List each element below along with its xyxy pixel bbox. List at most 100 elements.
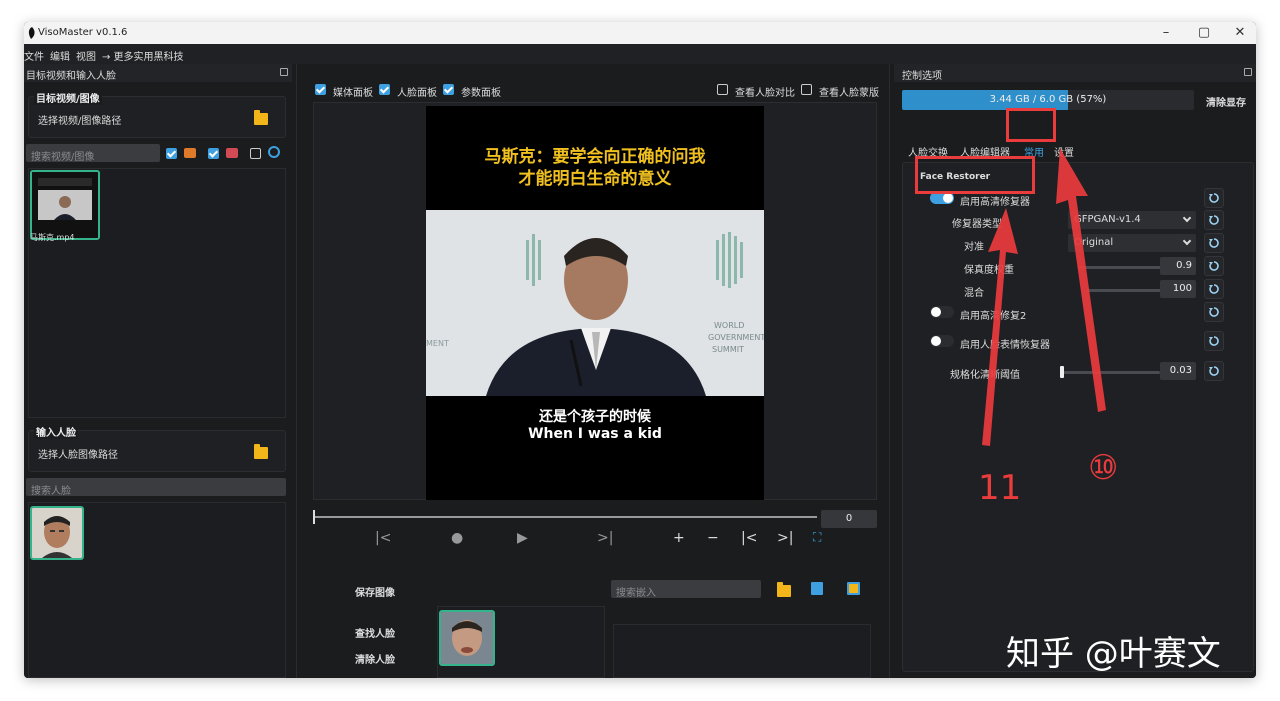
target-search-input[interactable]: 搜索视频/图像	[26, 144, 160, 163]
filter-video-checkbox[interactable]	[166, 148, 177, 159]
left-panel: 目标视频和输入人脸 目标视频/图像 选择视频/图像路径 搜索视频/图像 马斯克.…	[24, 64, 292, 678]
mask-checkbox[interactable]	[801, 84, 812, 95]
remove-marker-icon[interactable]: −	[707, 530, 719, 546]
record-icon[interactable]: ●	[451, 530, 463, 546]
camera-icon[interactable]	[268, 146, 280, 158]
menu-edit[interactable]: 编辑	[50, 48, 70, 63]
close-button[interactable]: ✕	[1222, 24, 1256, 42]
filter-image-checkbox[interactable]	[208, 148, 219, 159]
blend-value-input[interactable]: 100	[1160, 280, 1196, 298]
menu-more[interactable]: → 更多实用黑科技	[102, 48, 184, 63]
video-frame: 马斯克：要学会向正确的问我 才能明白生命的意义 WORLD GOVERNMENT…	[426, 106, 764, 500]
prev-marker-icon[interactable]: |<	[375, 530, 391, 546]
compare-checkbox[interactable]	[717, 84, 728, 95]
window-title: VisoMaster v0.1.6	[38, 27, 128, 38]
save-image-button[interactable]: 保存图像	[355, 584, 395, 599]
reset-icon	[1209, 366, 1219, 376]
svg-text:GOVERNMENT: GOVERNMENT	[708, 333, 764, 342]
app-logo-icon	[28, 27, 35, 39]
video-filter-icon	[184, 148, 196, 158]
compare-label: 查看人脸对比	[735, 88, 795, 99]
svg-text:WORLD: WORLD	[714, 321, 744, 330]
next-frame-icon[interactable]: >|	[777, 530, 793, 546]
chevron-down-icon	[1182, 236, 1192, 246]
annotation-label-10: ⑩	[1088, 448, 1119, 488]
prev-frame-icon[interactable]: |<	[741, 530, 757, 546]
video-title-line2: 才能明白生命的意义	[518, 169, 672, 189]
enable-expression-toggle[interactable]	[930, 335, 954, 347]
restore-button[interactable]: ▢	[1186, 24, 1222, 42]
reset-restorer-button[interactable]	[1204, 188, 1224, 208]
embed-search-input[interactable]: 搜索嵌入	[611, 580, 761, 599]
reset-icon	[1209, 238, 1219, 248]
input-search-input[interactable]: 搜索人脸	[26, 478, 286, 497]
timeline-handle[interactable]	[313, 510, 315, 524]
center-panel: 媒体面板 人脸面板 参数面板 查看人脸对比 查看人脸蒙版 马斯克：要学会向正确的…	[296, 64, 890, 678]
norm-value-input[interactable]: 0.03	[1160, 362, 1196, 380]
video-subtitle-en: When I was a kid	[528, 426, 662, 442]
target-file-name: 马斯克.mp4	[30, 233, 75, 242]
target-video-thumb[interactable]	[30, 170, 100, 240]
play-icon[interactable]: ▶	[517, 530, 528, 546]
enable-restorer2-toggle[interactable]	[930, 306, 954, 318]
video-viewer[interactable]: 马斯克：要学会向正确的问我 才能明白生命的意义 WORLD GOVERNMENT…	[313, 102, 877, 500]
annotation-arrows	[982, 148, 1106, 446]
reset-expression-button[interactable]	[1204, 331, 1224, 351]
input-folder-icon[interactable]	[254, 444, 268, 459]
params-panel-checkbox[interactable]	[443, 84, 454, 95]
target-folder-icon[interactable]	[254, 110, 268, 125]
menu-bar: 文件 编辑 视图 → 更多实用黑科技	[24, 44, 1256, 64]
reset-icon	[1209, 193, 1219, 203]
menu-file[interactable]: 文件	[24, 48, 44, 63]
reset-restorer2-button[interactable]	[1204, 302, 1224, 322]
reset-align-button[interactable]	[1204, 233, 1224, 253]
face-panel-checkbox[interactable]	[379, 84, 390, 95]
dock-icon[interactable]	[280, 68, 288, 76]
reset-norm-button[interactable]	[1204, 361, 1224, 381]
menu-view[interactable]: 视图	[76, 48, 96, 63]
annotation-label-11: 11	[978, 468, 1022, 508]
reset-icon	[1209, 215, 1219, 225]
save-embed-icon[interactable]	[811, 582, 823, 595]
reset-icon	[1209, 307, 1219, 317]
target-path-label: 选择视频/图像路径	[38, 116, 122, 127]
right-dock-icon[interactable]	[1244, 68, 1252, 76]
filter-webcam-checkbox[interactable]	[250, 148, 261, 159]
reset-type-button[interactable]	[1204, 210, 1224, 230]
next-marker-icon[interactable]: >|	[597, 530, 613, 546]
title-bar: VisoMaster v0.1.6 – ▢ ✕	[24, 22, 1256, 44]
reset-icon	[1209, 284, 1219, 294]
fullscreen-icon[interactable]: ⛶	[813, 530, 821, 545]
found-face-thumb[interactable]	[439, 610, 495, 666]
find-faces-button[interactable]: 查找人脸	[355, 625, 395, 640]
target-group-title: 目标视频/图像	[34, 90, 102, 105]
load-embed-icon[interactable]	[847, 582, 860, 595]
found-face-image	[441, 612, 493, 664]
clear-faces-button[interactable]: 清除人脸	[355, 651, 395, 666]
reset-icon	[1209, 336, 1219, 346]
vram-usage-text: 3.44 GB / 6.0 GB (57%)	[989, 94, 1107, 105]
svg-text:MENT: MENT	[426, 339, 449, 348]
reset-blend-button[interactable]	[1204, 279, 1224, 299]
input-path-label: 选择人脸图像路径	[38, 450, 118, 461]
fidelity-value-input[interactable]: 0.9	[1160, 257, 1196, 275]
minimize-button[interactable]: –	[1148, 24, 1184, 42]
embed-folder-icon[interactable]	[777, 582, 791, 597]
left-panel-header: 目标视频和输入人脸	[24, 64, 292, 82]
video-scene-image: WORLD GOVERNMENT SUMMIT MENT	[426, 210, 764, 396]
vram-usage-bar: 3.44 GB / 6.0 GB (57%)	[902, 90, 1194, 110]
media-panel-label: 媒体面板	[333, 88, 373, 99]
face-panel-label: 人脸面板	[397, 88, 437, 99]
chevron-down-icon	[1182, 213, 1192, 223]
media-panel-checkbox[interactable]	[315, 84, 326, 95]
input-group-title: 输入人脸	[34, 424, 78, 439]
timeline-slider[interactable]	[313, 516, 817, 518]
clear-vram-button[interactable]: 清除显存	[1206, 94, 1246, 109]
right-panel-title: 控制选项	[902, 71, 942, 82]
input-face-thumb[interactable]	[30, 506, 84, 560]
frame-number-input[interactable]: 0	[821, 510, 877, 528]
webcam-filter-icon	[226, 148, 238, 158]
mask-label: 查看人脸蒙版	[819, 88, 879, 99]
reset-fidelity-button[interactable]	[1204, 256, 1224, 276]
add-marker-icon[interactable]: +	[673, 530, 685, 546]
